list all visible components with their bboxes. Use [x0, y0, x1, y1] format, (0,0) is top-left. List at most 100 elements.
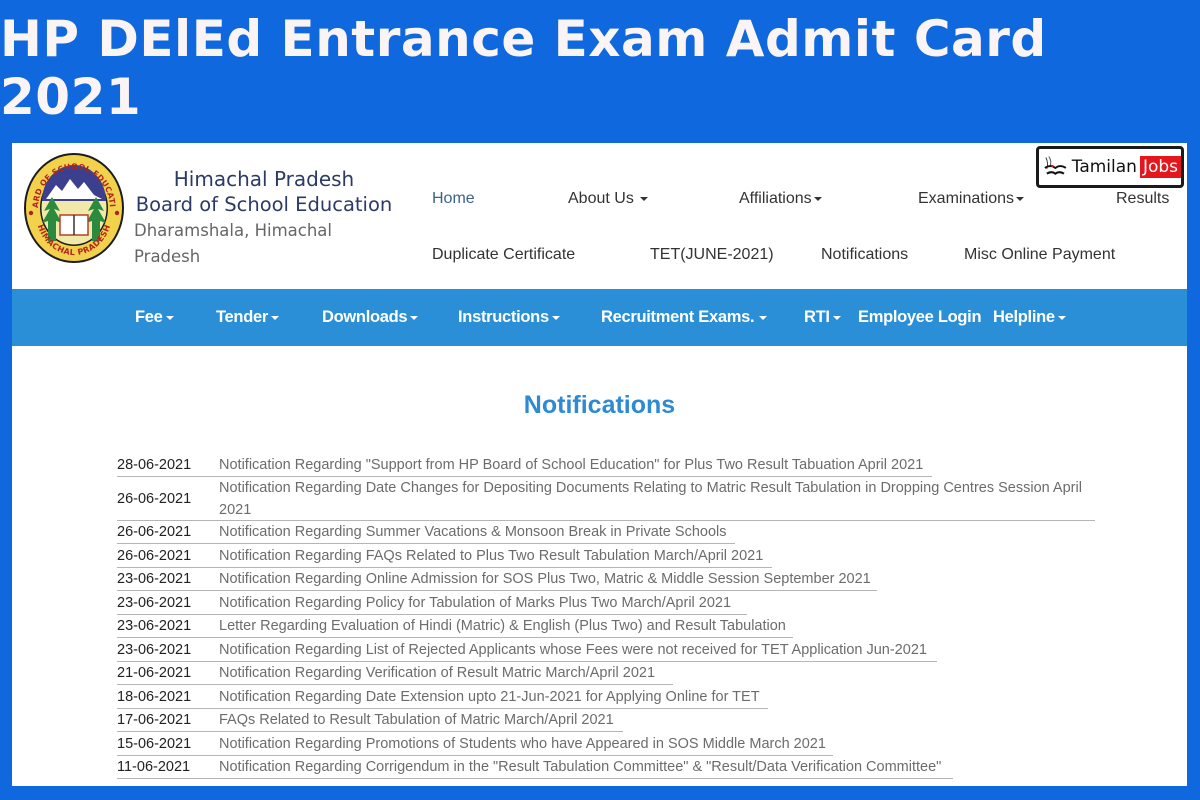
menu-fee-label: Fee — [135, 308, 163, 326]
notification-row: 23-06-2021 Notification Regarding Policy … — [117, 591, 1092, 615]
menu-recruitment-exams[interactable]: Recruitment Exams. — [601, 289, 768, 346]
website-screenshot: BOARD OF SCHOOL EDUCATION HIMACHAL PRADE… — [12, 143, 1187, 786]
notification-row: 26-06-2021 Notification Regarding FAQs Re… — [117, 544, 1092, 568]
notification-link[interactable]: Notification Regarding Date Extension up… — [219, 686, 760, 708]
watermark-text: Tamilan — [1071, 157, 1137, 177]
notification-date: 26-06-2021 — [117, 547, 192, 564]
caret-down-icon — [165, 315, 174, 320]
notification-row: 23-06-2021 Notification Regarding List of… — [117, 638, 1092, 662]
nav-duplicate-certificate[interactable]: Duplicate Certificate — [432, 246, 575, 264]
notification-row: 28-06-2021 Notification Regarding "Suppor… — [117, 453, 1092, 477]
nav-affiliations-label: Affiliations — [739, 190, 812, 207]
notification-row: 26-06-2021 Notification Regarding Summer … — [117, 521, 1092, 544]
caret-down-icon — [1057, 315, 1066, 320]
notification-row: 11-06-2021 Notification Regarding Corrige… — [117, 756, 1092, 779]
nav-results-label: Results — [1116, 190, 1170, 207]
notification-link[interactable]: Letter Regarding Evaluation of Hindi (Ma… — [219, 615, 786, 637]
notification-row: 21-06-2021 Notification Regarding Verific… — [117, 662, 1092, 685]
caret-down-icon — [551, 315, 560, 320]
notification-date: 18-06-2021 — [117, 688, 192, 705]
notification-date: 11-06-2021 — [117, 759, 191, 776]
organization-name: Himachal Pradesh Board of School Educati… — [134, 167, 394, 270]
menu-fee[interactable]: Fee — [135, 289, 174, 346]
notification-date: 21-06-2021 — [117, 665, 192, 682]
notifications-list: 28-06-2021 Notification Regarding "Suppor… — [117, 453, 1095, 779]
menu-employee-login-label: Employee Login — [858, 308, 982, 326]
nav-tet-label: TET(JUNE-2021) — [650, 246, 774, 263]
hpbose-logo[interactable]: BOARD OF SCHOOL EDUCATION HIMACHAL PRADE… — [19, 144, 126, 265]
notification-row: 18-06-2021 Notification Regarding Date Ex… — [117, 685, 1092, 709]
notification-link[interactable]: Notification Regarding Online Admission … — [219, 568, 871, 590]
notification-link[interactable]: Notification Regarding Date Changes for … — [219, 477, 1087, 521]
notification-link[interactable]: Notification Regarding Corrigendum in th… — [219, 756, 941, 778]
menu-employee-login[interactable]: Employee Login — [858, 289, 982, 346]
notifications-heading: Notifications — [523, 391, 676, 419]
notification-link[interactable]: Notification Regarding FAQs Related to P… — [219, 545, 763, 567]
menu-rti-label: RTI — [804, 308, 830, 326]
menu-recruitment-exams-label: Recruitment Exams. — [601, 308, 755, 326]
caret-down-icon — [410, 315, 419, 320]
nav-notifications[interactable]: Notifications — [821, 246, 908, 264]
notification-date: 17-06-2021 — [117, 712, 192, 729]
notification-date: 15-06-2021 — [117, 735, 192, 752]
nav-about-us-label: About Us — [568, 190, 634, 207]
menu-downloads[interactable]: Downloads — [322, 289, 419, 346]
notification-date: 28-06-2021 — [117, 456, 192, 473]
row-divider — [117, 778, 953, 779]
watermark-highlight: Jobs — [1139, 156, 1181, 178]
nav-about-us[interactable]: About Us — [568, 190, 648, 208]
notification-row: 23-06-2021 Letter Regarding Evaluation of… — [117, 615, 1092, 638]
notification-row: 26-06-2021 Notification Regarding Date Ch… — [117, 477, 1095, 521]
menu-rti[interactable]: RTI — [804, 289, 841, 346]
notification-date: 23-06-2021 — [117, 571, 192, 588]
logo-emblem-icon: BOARD OF SCHOOL EDUCATION HIMACHAL PRADE… — [19, 144, 124, 263]
caret-down-icon — [832, 315, 841, 320]
notification-row: 17-06-2021 FAQs Related to Result Tabulat… — [117, 709, 1092, 732]
caret-down-icon — [759, 315, 768, 320]
tamilan-jobs-watermark: Tamilan Jobs — [1036, 146, 1184, 188]
nav-tet-june-2021[interactable]: TET(JUNE-2021) — [650, 246, 774, 264]
nav-notifications-label: Notifications — [821, 246, 909, 263]
org-location: Dharamshala, Himachal Pradesh — [134, 221, 332, 266]
notification-row: 15-06-2021 Notification Regarding Promoti… — [117, 732, 1092, 756]
nav-examinations[interactable]: Examinations — [918, 190, 1025, 208]
nav-examinations-label: Examinations — [918, 190, 1015, 207]
caret-down-icon — [271, 315, 279, 320]
site-header: BOARD OF SCHOOL EDUCATION HIMACHAL PRADE… — [12, 143, 1187, 289]
menu-helpline-label: Helpline — [993, 308, 1055, 326]
menu-downloads-label: Downloads — [322, 308, 408, 326]
nav-misc-online-payment-label: Misc Online Payment — [964, 246, 1116, 263]
menu-instructions-label: Instructions — [458, 308, 549, 326]
menu-instructions[interactable]: Instructions — [458, 289, 560, 346]
nav-affiliations[interactable]: Affiliations — [739, 190, 822, 208]
org-name-line1: Himachal Pradesh — [173, 167, 355, 191]
notification-link[interactable]: FAQs Related to Result Tabulation of Mat… — [219, 709, 614, 731]
notification-date: 23-06-2021 — [117, 618, 192, 635]
notification-date: 26-06-2021 — [117, 490, 192, 507]
caret-down-icon — [639, 196, 648, 201]
banner-title: HP DElEd Entrance Exam Admit Card 2021 — [0, 10, 1047, 126]
notification-link[interactable]: Notification Regarding Verification of R… — [219, 662, 655, 684]
notification-link[interactable]: Notification Regarding Summer Vacations … — [219, 521, 726, 543]
nav-home[interactable]: Home — [432, 190, 475, 208]
nav-home-label: Home — [432, 190, 475, 207]
org-name-line2: Board of School Education — [135, 193, 393, 216]
notification-link[interactable]: Notification Regarding Promotions of Stu… — [219, 733, 826, 755]
caret-down-icon — [813, 196, 822, 201]
notification-row: 23-06-2021 Notification Regarding Online … — [117, 568, 1092, 591]
notification-link[interactable]: Notification Regarding "Support from HP … — [219, 454, 923, 476]
main-navigation-bar: Fee Tender Downloads Instructions Recrui… — [12, 289, 1187, 346]
nav-duplicate-certificate-label: Duplicate Certificate — [432, 246, 576, 263]
menu-helpline[interactable]: Helpline — [993, 289, 1066, 346]
mustache-logo-icon — [1044, 156, 1067, 175]
menu-tender-label: Tender — [216, 308, 268, 326]
nav-results[interactable]: Results — [1116, 190, 1169, 208]
caret-down-icon — [1016, 196, 1025, 201]
menu-tender[interactable]: Tender — [216, 289, 279, 346]
notification-link[interactable]: Notification Regarding Policy for Tabula… — [219, 592, 731, 614]
nav-misc-online-payment[interactable]: Misc Online Payment — [964, 246, 1115, 264]
notification-date: 23-06-2021 — [117, 594, 192, 611]
notification-date: 23-06-2021 — [117, 641, 192, 658]
notification-date: 26-06-2021 — [117, 524, 192, 541]
notification-link[interactable]: Notification Regarding List of Rejected … — [219, 639, 927, 661]
